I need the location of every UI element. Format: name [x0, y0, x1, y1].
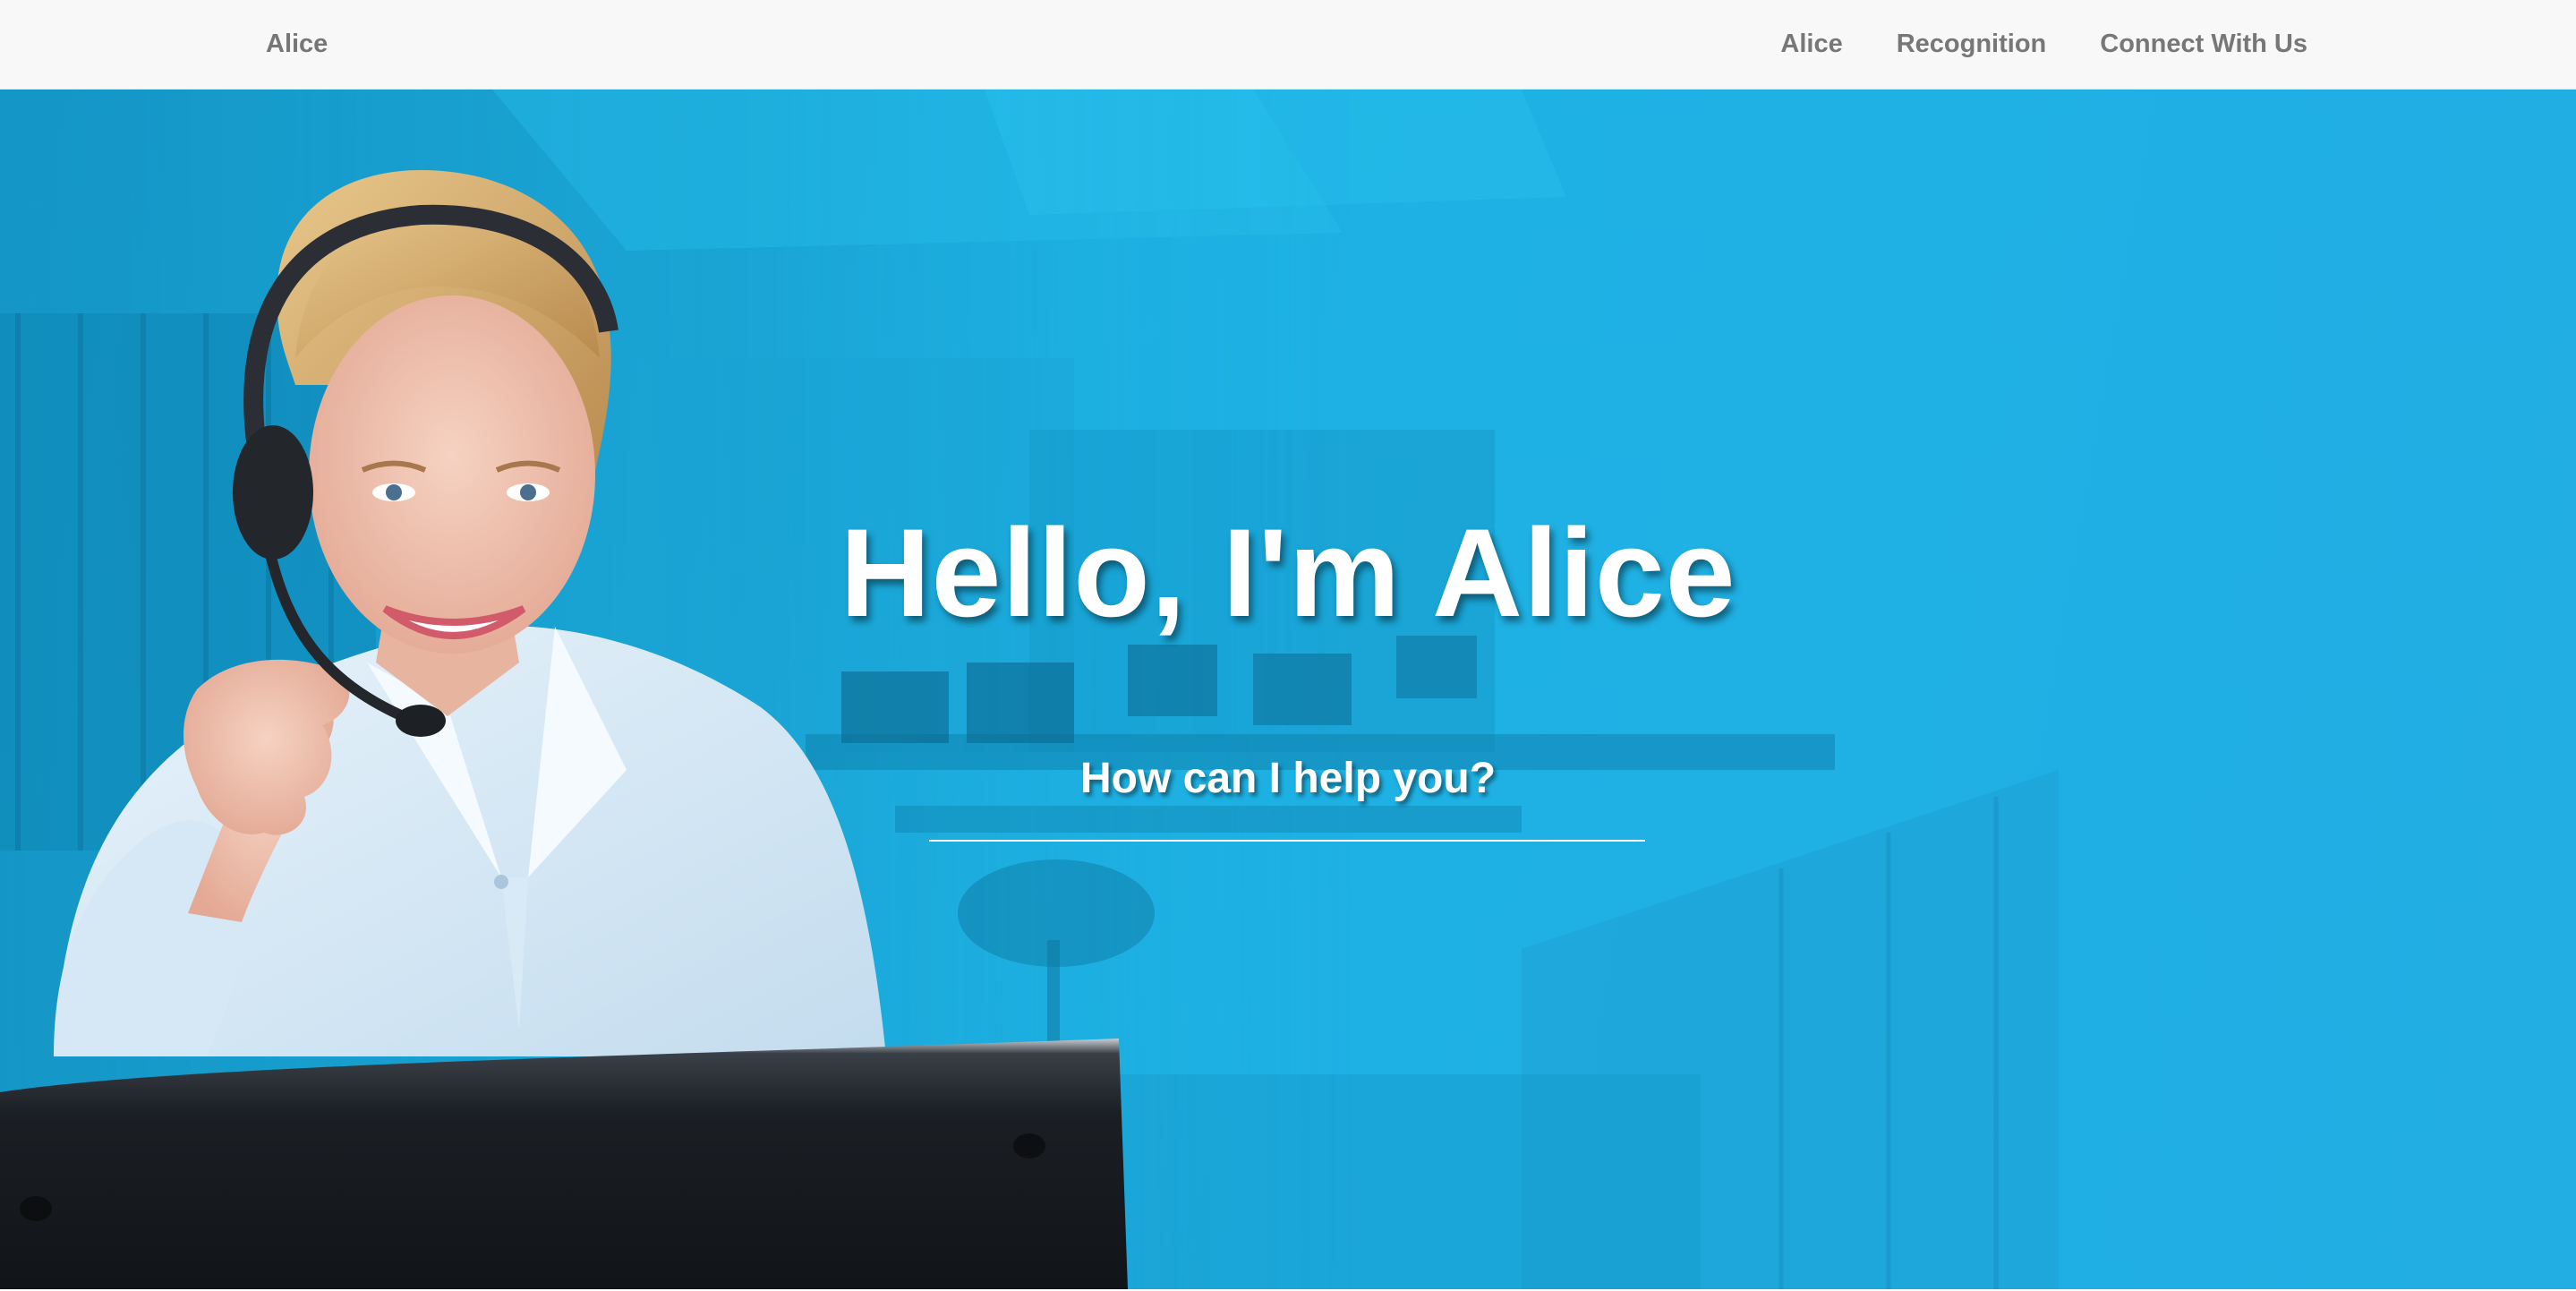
- navbar: Alice Alice Recognition Connect With Us: [0, 0, 2576, 90]
- hero-title: Hello, I'm Alice: [840, 502, 1736, 643]
- nav-link-connect-with-us[interactable]: Connect With Us: [2100, 26, 2307, 62]
- brand-link[interactable]: Alice: [266, 26, 328, 62]
- hero-subtitle: How can I help you?: [1079, 755, 1497, 802]
- nav-link-recognition[interactable]: Recognition: [1897, 26, 2047, 62]
- hero-divider: [929, 840, 1645, 842]
- hero-section: Hello, I'm Alice How can I help you?: [0, 90, 2576, 1289]
- nav-link-alice[interactable]: Alice: [1780, 26, 1842, 62]
- hero-text: Hello, I'm Alice How can I help you?: [0, 90, 2576, 1289]
- nav-links: Alice Recognition Connect With Us: [1780, 26, 2307, 62]
